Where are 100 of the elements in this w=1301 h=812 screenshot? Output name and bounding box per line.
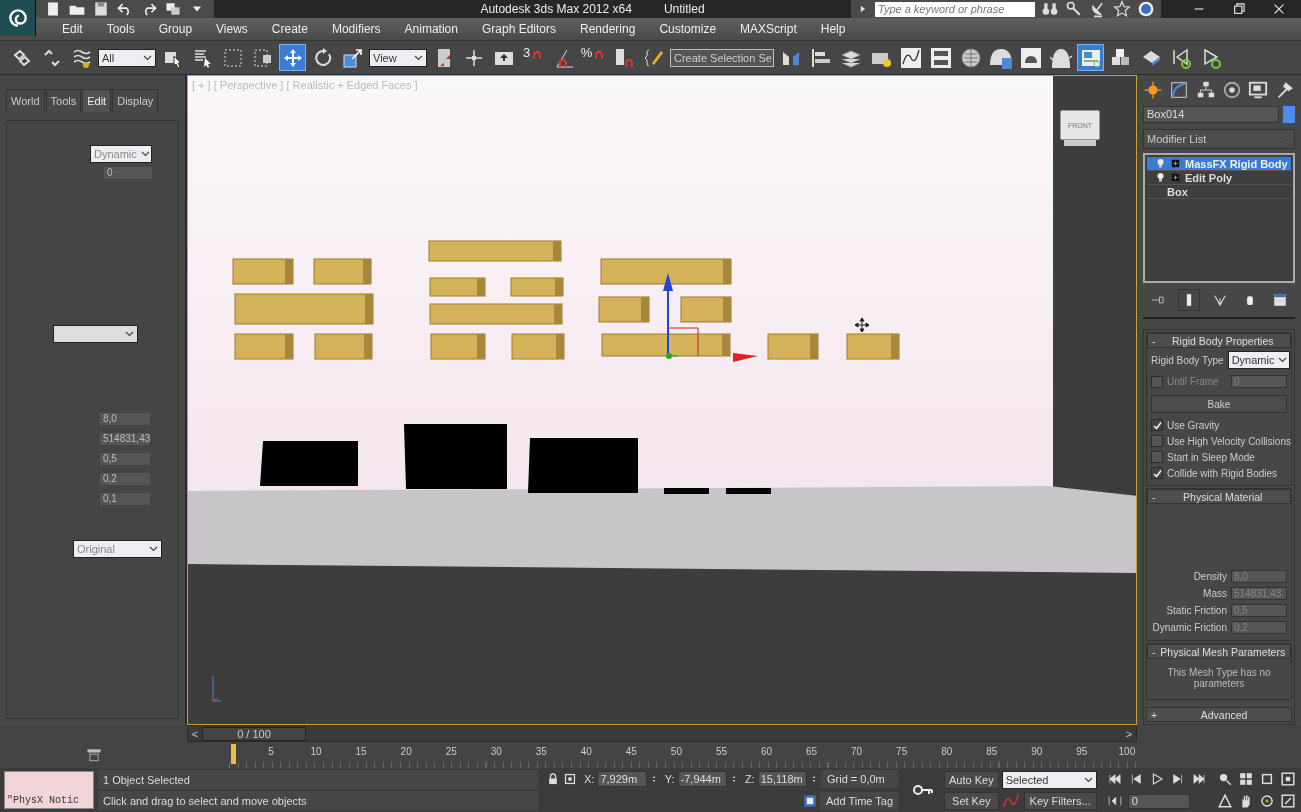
- motion-icon: [1222, 79, 1242, 100]
- panel-tab[interactable]: Display: [112, 89, 159, 112]
- next-frame-button[interactable]: >: [1122, 727, 1136, 740]
- snap-toggle-button[interactable]: %: [580, 44, 607, 71]
- current-frame-field[interactable]: 0: [1127, 793, 1190, 809]
- coordinate-field[interactable]: -7,944m: [677, 771, 727, 787]
- rollout-header[interactable]: - Rigid Body Properties: [1147, 333, 1291, 348]
- display-monitor-tab[interactable]: [1248, 79, 1269, 100]
- panel-tab[interactable]: World: [6, 89, 45, 112]
- menu-item[interactable]: Help: [808, 22, 858, 36]
- toolbar-dropdown[interactable]: All: [98, 48, 156, 67]
- value-field[interactable]: 0,5: [100, 453, 150, 465]
- checkbox[interactable]: [1151, 435, 1163, 447]
- rollout-header[interactable]: - Physical Mesh Parameters: [1147, 644, 1291, 659]
- frame-field[interactable]: 0: [104, 167, 152, 179]
- star-icon[interactable]: [1113, 0, 1131, 18]
- menu-item[interactable]: Create: [259, 22, 320, 36]
- bake-button[interactable]: Bake: [1151, 395, 1287, 413]
- snap-toggle-button[interactable]: 3: [520, 44, 547, 71]
- curve-icon: [1169, 79, 1190, 100]
- object-name-field[interactable]: Box014: [1143, 106, 1279, 123]
- checker-sphere-icon: [959, 46, 982, 69]
- time-slider[interactable]: < 0 / 100 >: [187, 725, 1137, 742]
- menu-item[interactable]: Graph Editors: [469, 22, 568, 36]
- orbit-icon[interactable]: [1258, 793, 1275, 809]
- move-button[interactable]: [279, 44, 306, 71]
- field-of-view-icon[interactable]: [1216, 793, 1233, 809]
- checkbox[interactable]: [1151, 419, 1163, 431]
- value-field[interactable]: 514831,43: [100, 433, 150, 445]
- tick-label: 85: [985, 746, 999, 757]
- go-to-end-icon[interactable]: [1190, 771, 1207, 787]
- tick-label: 65: [805, 746, 819, 757]
- menu-item[interactable]: Customize: [647, 22, 729, 36]
- show-end-result-button[interactable]: [1178, 289, 1200, 311]
- rigid-body-type-dropdown[interactable]: Dynamic: [1227, 351, 1290, 369]
- restore-icon[interactable]: [1231, 1, 1247, 17]
- previous-frame-button[interactable]: <: [188, 727, 202, 740]
- tick-label: 35: [534, 746, 548, 757]
- motion-tab[interactable]: [1222, 79, 1243, 100]
- info-text: This Mesh Type has no parameters: [1166, 666, 1272, 691]
- key-filters-button[interactable]: Key Filters...: [1023, 791, 1097, 810]
- hierarchy-tab[interactable]: [1195, 79, 1216, 100]
- value-field[interactable]: 8,0: [100, 413, 150, 425]
- curve-tab[interactable]: [1169, 79, 1190, 100]
- menu-item[interactable]: Group: [146, 22, 205, 36]
- color-swatch[interactable]: [1283, 106, 1295, 123]
- add-time-tag-button[interactable]: Add Time Tag: [820, 792, 898, 810]
- toolbar-dropdown[interactable]: Create Selection Se: [670, 48, 774, 67]
- app-logo-icon[interactable]: [0, 0, 36, 36]
- zoom-all-icon[interactable]: [1237, 771, 1254, 787]
- lock-icon[interactable]: [546, 772, 560, 786]
- align-icon: [809, 46, 832, 69]
- checkbox[interactable]: [1151, 375, 1163, 388]
- coordinate-field[interactable]: 7,929m: [597, 771, 647, 787]
- modifier-stack[interactable]: MassFX Rigid Body Edit Poly Box: [1143, 153, 1295, 283]
- stack-item[interactable]: MassFX Rigid Body: [1147, 157, 1291, 171]
- value-field[interactable]: 0,1: [100, 493, 150, 505]
- checkbox[interactable]: [1151, 467, 1163, 479]
- project-folder-icon[interactable]: [164, 0, 182, 18]
- time-tag-icon[interactable]: [803, 794, 817, 808]
- rollout-header[interactable]: - Physical Material: [1147, 489, 1291, 504]
- panel-layout-button[interactable]: [1077, 44, 1104, 71]
- menu-item[interactable]: Modifiers: [319, 22, 393, 36]
- rollout-header[interactable]: + Advanced: [1146, 707, 1292, 722]
- search-field[interactable]: Type a keyword or phrase: [875, 1, 1035, 17]
- empty-dropdown[interactable]: [53, 325, 138, 343]
- help-icon[interactable]: [1137, 0, 1155, 18]
- checkbox[interactable]: [1151, 451, 1163, 463]
- light-bulb-icon: [1155, 158, 1166, 169]
- zoom-extents-all-icon[interactable]: [1279, 771, 1296, 787]
- menu-item[interactable]: Animation: [392, 22, 470, 36]
- notice-field[interactable]: "PhysX Notic: [4, 771, 94, 809]
- value-field[interactable]: 0,2: [100, 473, 150, 485]
- stack-item[interactable]: Edit Poly: [1147, 171, 1291, 185]
- sun-tab[interactable]: [1143, 79, 1164, 100]
- go-to-start-icon[interactable]: [1106, 771, 1123, 787]
- panel-tab[interactable]: Edit: [82, 89, 112, 112]
- menu-item[interactable]: Views: [204, 22, 260, 36]
- binoculars-icon[interactable]: [1041, 0, 1059, 18]
- menu-item[interactable]: MAXScript: [728, 22, 809, 36]
- transform-mode-icon[interactable]: [563, 772, 577, 786]
- menu-item[interactable]: Edit: [50, 22, 95, 36]
- panel-tab[interactable]: Tools: [45, 89, 82, 112]
- curve-tangent-icon[interactable]: [1001, 791, 1020, 810]
- tick-label: 70: [850, 746, 864, 757]
- coordinate-field[interactable]: 15,118m: [757, 771, 807, 787]
- auto-key-button[interactable]: Auto Key: [944, 770, 999, 789]
- braces-pencil-icon: [642, 46, 665, 69]
- key-mode-dropdown[interactable]: Selected: [1001, 770, 1097, 789]
- stack-item[interactable]: Box: [1147, 185, 1291, 199]
- maximize-toggle-icon[interactable]: [1279, 793, 1296, 809]
- modifier-list-dropdown[interactable]: Modifier List: [1143, 129, 1295, 149]
- time-slider-thumb[interactable]: 0 / 100: [202, 726, 306, 741]
- selection-status: 1 Object Selected: [98, 770, 538, 789]
- set-key-button[interactable]: Set Key: [944, 791, 999, 810]
- menu-item[interactable]: Tools: [94, 22, 147, 36]
- menu-item[interactable]: Rendering: [568, 22, 648, 36]
- toolbar-dropdown[interactable]: View: [369, 48, 427, 67]
- checkbox-label: Use Gravity: [1167, 419, 1220, 431]
- save-icon[interactable]: [92, 0, 110, 18]
